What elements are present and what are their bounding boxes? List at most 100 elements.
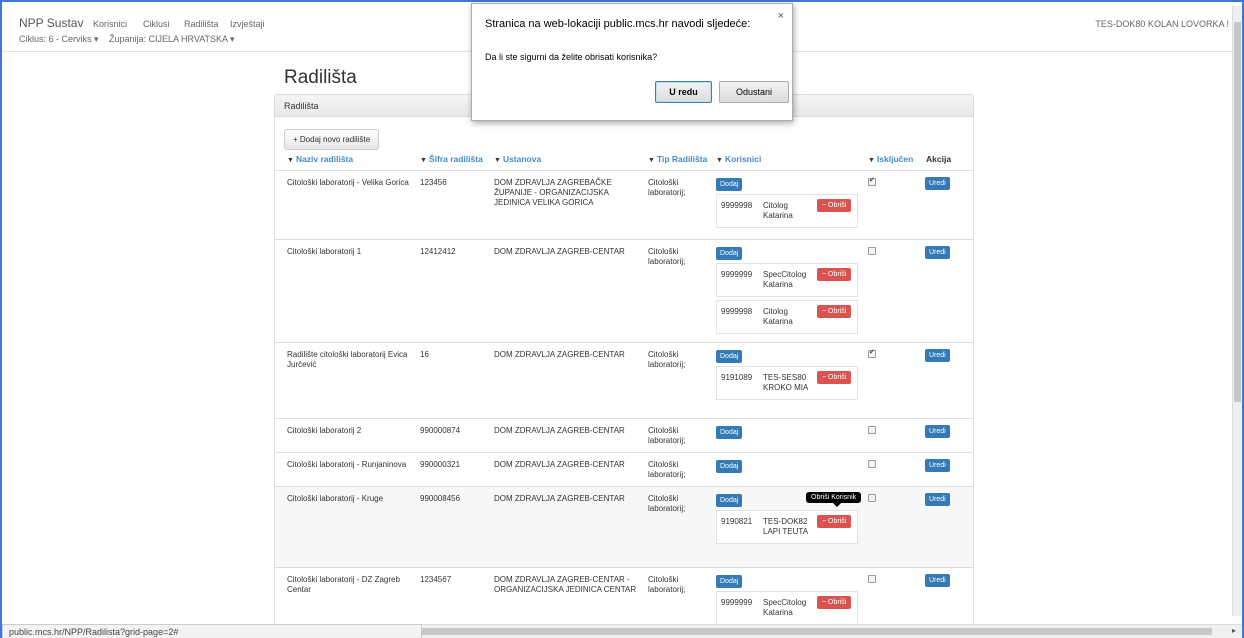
obrisi-tooltip: Obriši Korisnik [806, 492, 862, 507]
filter-icon[interactable]: ▼ [287, 157, 294, 164]
table-row: Citološki laboratorij 1 12412412 DOM ZDRAV… [275, 239, 973, 342]
cell-sifra: 990000874 [420, 426, 461, 435]
uredi-button[interactable]: Uredi [925, 177, 950, 190]
header-ustanova[interactable]: ▼ Ustanova [494, 154, 541, 164]
cell-naziv: Citološki laboratorij - DZ Zagreb Centar [287, 575, 400, 594]
user-id: 9191089 [721, 373, 753, 382]
uredi-button[interactable]: Uredi [925, 574, 950, 587]
user-menu[interactable]: TES-DOK80 KOLAN LOVORKA ! ▾ [1095, 19, 1236, 30]
zupanija-dropdown[interactable]: Županija: CIJELA HRVATSKA ▾ [109, 34, 235, 45]
vertical-scrollbar[interactable] [1232, 6, 1242, 616]
uredi-button[interactable]: Uredi [925, 425, 950, 438]
scroll-right-icon[interactable]: ▸ [1232, 626, 1236, 635]
header-tip[interactable]: ▼ Tip Radilišta [648, 154, 707, 164]
dodaj-button[interactable]: Dodaj [716, 178, 743, 191]
add-radiliste-button[interactable]: + Dodaj novo radilište [284, 129, 380, 150]
cancel-button[interactable]: Odustani [719, 81, 789, 103]
cell-ustanova: DOM ZDRAVLJA ZAGREB-CENTAR [494, 426, 625, 435]
nav-izvjestaji[interactable]: Izvještaji [230, 19, 265, 29]
header-korisnici[interactable]: ▼ Korisnici [716, 154, 761, 164]
user-entry: 9191089 TES-SES80 KROKO MIA − Obriši [716, 366, 858, 400]
obrisi-button[interactable]: − Obriši [817, 515, 852, 528]
iskljucen-checkbox[interactable] [868, 176, 876, 186]
dodaj-button[interactable]: Dodaj [716, 350, 743, 363]
iskljucen-checkbox[interactable] [868, 494, 876, 502]
obrisi-button[interactable]: − Obriši [817, 371, 852, 384]
dodaj-button[interactable]: Dodaj [716, 460, 743, 473]
cell-korisnici: Dodaj [716, 426, 858, 439]
cell-ustanova: DOM ZDRAVLJA ZAGREB-CENTAR [494, 494, 625, 503]
confirm-dialog: Stranica na web-lokaciji public.mcs.hr n… [471, 3, 793, 121]
nav-ciklusi[interactable]: Ciklusi [143, 19, 170, 29]
dodaj-button[interactable]: Dodaj [716, 494, 743, 507]
obrisi-button[interactable]: − Obriši [817, 596, 852, 609]
filter-icon[interactable]: ▼ [648, 157, 655, 164]
cell-naziv: Radilište citološki laboratorij Evica Ju… [287, 350, 408, 369]
uredi-button[interactable]: Uredi [925, 493, 950, 506]
cell-ustanova: DOM ZDRAVLJA ZAGREB-CENTAR [494, 247, 625, 256]
uredi-button[interactable]: Uredi [925, 349, 950, 362]
filter-icon[interactable]: ▼ [494, 157, 501, 164]
uredi-button[interactable]: Uredi [925, 459, 950, 472]
filter-icon[interactable]: ▼ [716, 157, 723, 164]
user-entry: 9999999 SpecCitolog Katarina − Obriši [716, 591, 858, 625]
uredi-cell: Uredi [925, 177, 950, 190]
ciklus-dropdown[interactable]: Ciklus: 6 - Cerviks ▾ [19, 34, 99, 45]
obrisi-button[interactable]: − Obriši [817, 305, 852, 318]
page-title: Radilišta [284, 67, 357, 88]
user-name: TES-SES80 KROKO MIA [763, 373, 809, 392]
dodaj-button[interactable]: Dodaj [716, 247, 743, 260]
obrisi-button[interactable]: − Obriši [817, 268, 852, 281]
cell-naziv: Citološki laboratorij - Kruge [287, 494, 384, 503]
cell-sifra: 16 [420, 350, 429, 359]
user-id: 9999998 [721, 201, 753, 210]
cell-ustanova: DOM ZDRAVLJA ZAGREBAČKE ŽUPANIJE - ORGAN… [494, 178, 612, 207]
iskljucen-checkbox[interactable] [868, 247, 876, 255]
cell-korisnici: Dodaj [716, 460, 858, 473]
table-row: Citološki laboratorij - Velika Gorica 123… [275, 170, 973, 239]
cell-tip: Citološki laboratorij; [648, 178, 686, 197]
filter-icon[interactable]: ▼ [868, 157, 875, 164]
cell-tip: Citološki laboratorij; [648, 460, 686, 479]
user-id: 9999999 [721, 270, 753, 279]
user-entry: 9999999 SpecCitolog Katarina − Obriši [716, 263, 858, 297]
iskljucen-checkbox[interactable] [868, 426, 876, 434]
iskljucen-checkbox[interactable] [868, 575, 876, 583]
iskljucen-checkbox[interactable] [868, 460, 876, 468]
status-bar: public.mcs.hr/NPP/Radilista?grid-page=2# [2, 624, 422, 638]
uredi-button[interactable]: Uredi [925, 246, 950, 259]
uredi-cell: Uredi [925, 349, 950, 362]
user-name: Citolog Katarina [763, 307, 793, 326]
nav-korisnici[interactable]: Korisnici [93, 19, 127, 29]
cell-tip: Citološki laboratorij; [648, 426, 686, 445]
user-name: SpecCitolog Katarina [763, 270, 807, 289]
iskljucen-checkbox[interactable] [868, 348, 876, 358]
vertical-scroll-thumb[interactable] [1234, 22, 1241, 402]
ok-button[interactable]: U redu [655, 81, 712, 103]
table-row: Radilište citološki laboratorij Evica Ju… [275, 342, 973, 418]
header-iskljucen[interactable]: ▼ Isključen [868, 154, 913, 164]
filter-icon[interactable]: ▼ [420, 157, 427, 164]
cell-naziv: Citološki laboratorij - Runjaninova [287, 460, 407, 469]
header-naziv[interactable]: ▼ Naziv radilišta [287, 154, 353, 164]
uredi-cell: Uredi [925, 574, 950, 587]
cell-naziv: Citološki laboratorij - Velika Gorica [287, 178, 409, 187]
user-entry: 9190821 TES-DOK82 LAPI TEUTA − Obriši [716, 510, 858, 544]
cell-sifra: 123456 [420, 178, 447, 187]
dodaj-button[interactable]: Dodaj [716, 426, 743, 439]
header-sifra[interactable]: ▼ Šifra radilišta [420, 154, 483, 164]
obrisi-button[interactable]: − Obriši [817, 199, 852, 212]
cell-korisnici: Dodaj 9999999 SpecCitolog Katarina − Obriši… [716, 247, 858, 334]
horizontal-scroll-thumb[interactable] [422, 628, 1212, 635]
user-entry: 9999998 Citolog Katarina − Obriši [716, 300, 858, 334]
brand-link[interactable]: NPP Sustav [19, 16, 83, 30]
cell-tip: Citološki laboratorij; [648, 350, 686, 369]
nav-radilista[interactable]: Radilišta [184, 19, 219, 29]
uredi-cell: Uredi [925, 246, 950, 259]
dialog-title: Stranica na web-lokaciji public.mcs.hr n… [485, 18, 751, 30]
user-id: 9190821 [721, 517, 753, 526]
table-row: Citološki laboratorij - Kruge 990008456 DO… [275, 486, 973, 567]
cell-sifra: 12412412 [420, 247, 456, 256]
dodaj-button[interactable]: Dodaj [716, 575, 743, 588]
close-icon[interactable]: × [778, 10, 784, 22]
